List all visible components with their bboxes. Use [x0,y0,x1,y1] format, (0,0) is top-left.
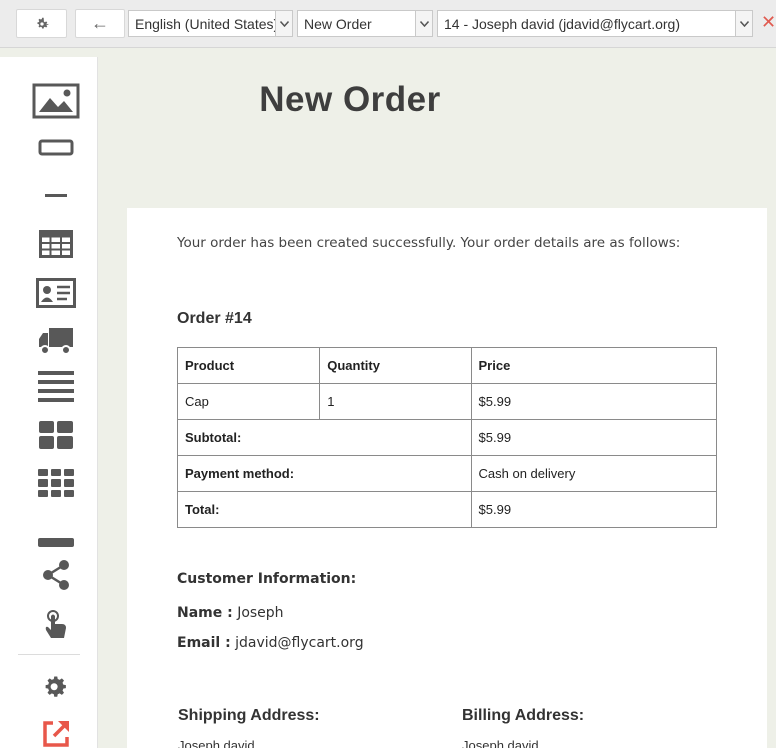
shipping-address-heading[interactable]: Shipping Address: [178,707,320,725]
customer-email-label: Email : [177,635,231,651]
quantity-cell: 1 [319,383,472,420]
payment-method-value: Cash on delivery [470,455,718,492]
grid-2x2-icon[interactable] [30,415,82,455]
template-select-value: New Order [304,15,372,32]
chevron-down-icon [415,11,432,36]
back-arrow-icon: ← [91,13,109,33]
table-row: Cap 1 $5.99 [176,383,718,420]
touch-icon[interactable] [30,606,82,646]
table-header-quantity: Quantity [319,347,472,384]
table-header-product: Product [176,347,321,384]
customer-order-select[interactable]: 14 - Joseph david (jdavid@flycart.org) [437,10,753,37]
chevron-down-icon [275,11,292,36]
customer-email-line[interactable]: Email : jdavid@flycart.org [177,635,364,651]
total-row: Total: $5.99 [177,491,718,528]
share-icon[interactable] [30,555,82,595]
total-value: $5.99 [470,491,718,528]
shipping-truck-icon[interactable] [30,321,82,361]
table-header-price: Price [470,347,718,384]
settings-gear-icon[interactable] [30,667,82,707]
customer-name-line[interactable]: Name : Joseph [177,605,284,621]
subtotal-row: Subtotal: $5.99 [177,419,718,456]
payment-method-label: Payment method: [177,455,472,492]
customer-info-heading[interactable]: Customer Information: [177,571,356,587]
back-button[interactable]: ← [75,9,125,38]
table-header-row: Product Quantity Price [176,347,718,384]
blocks-sidebar [0,57,98,748]
billing-address-heading[interactable]: Billing Address: [462,707,584,725]
email-body-card[interactable]: Your order has been created successfully… [127,208,767,748]
template-select[interactable]: New Order [297,10,433,37]
payment-method-row: Payment method: Cash on delivery [177,455,718,492]
subtotal-value: $5.99 [470,419,718,456]
price-cell: $5.99 [470,383,718,420]
chevron-down-icon [735,11,752,36]
external-link-icon[interactable] [30,714,82,748]
shipping-address-line: Joseph david [178,738,255,748]
total-label: Total: [177,491,472,528]
billing-address-line: Joseph david [462,738,539,748]
table-icon[interactable] [30,224,82,264]
settings-button[interactable] [16,9,67,38]
close-icon[interactable]: ✕ [761,12,776,32]
grid-3x3-icon[interactable] [30,463,82,503]
top-toolbar: ← English (United States) New Order 14 -… [0,0,776,48]
customer-name-label: Name : [177,605,233,621]
language-select[interactable]: English (United States) [128,10,293,37]
sidebar-divider [18,654,80,655]
language-select-value: English (United States) [135,15,275,32]
order-heading[interactable]: Order #14 [177,310,252,328]
divider-icon[interactable] [30,176,82,216]
text-lines-icon[interactable] [30,367,82,407]
product-cell: Cap [176,383,321,420]
order-items-table[interactable]: Product Quantity Price Cap 1 $5.99 Subto… [176,347,718,528]
subtotal-label: Subtotal: [177,419,472,456]
email-title[interactable]: New Order [0,80,700,120]
customer-email-value: jdavid@flycart.org [235,635,364,651]
customer-name-value: Joseph [237,605,284,621]
intro-text[interactable]: Your order has been created successfully… [177,235,680,251]
customer-order-select-value: 14 - Joseph david (jdavid@flycart.org) [444,15,680,32]
contact-card-icon[interactable] [30,273,82,313]
button-icon[interactable] [30,128,82,168]
gear-icon [36,17,48,29]
